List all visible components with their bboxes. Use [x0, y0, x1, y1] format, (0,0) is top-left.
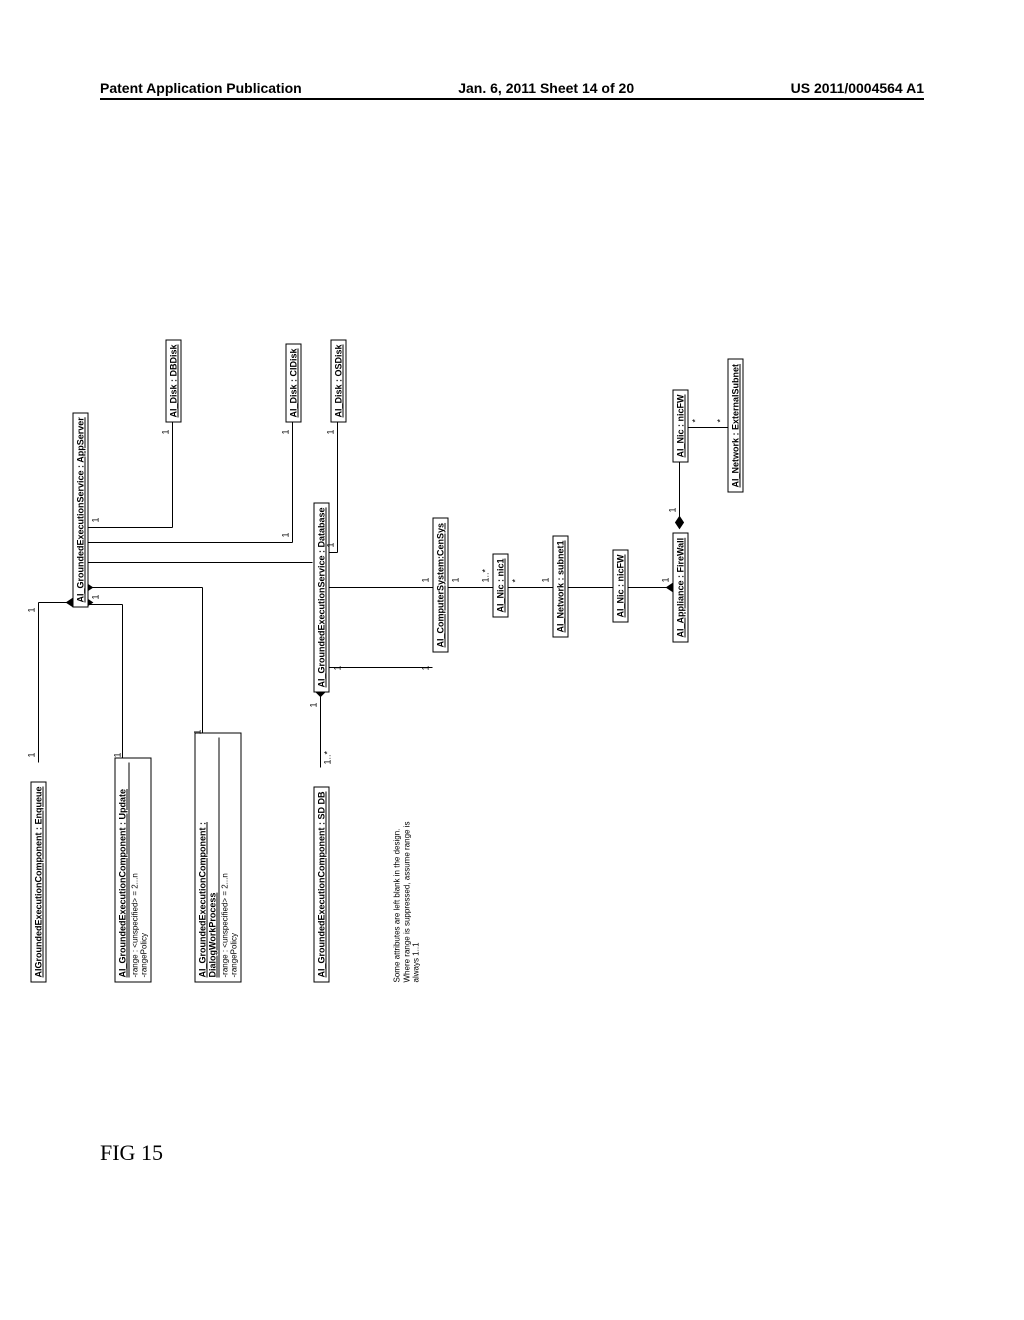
box-dbdisk: AI_Disk : DBDisk: [166, 339, 182, 422]
mult: 1: [326, 542, 336, 547]
mult: 1: [161, 429, 171, 434]
mult: 1: [281, 532, 291, 537]
box-dialog: AI_GroundedExecutionComponent : DialogWo…: [195, 733, 242, 983]
box-subnet1: AI_Network : subnet1: [553, 535, 569, 637]
box-database: AI_GroundedExecutionService : Database: [314, 502, 330, 692]
header-left: Patent Application Publication: [100, 80, 302, 96]
header-right: US 2011/0004564 A1: [791, 80, 924, 96]
mult: 1: [113, 752, 123, 757]
box-extsubnet: AI_Network : ExternalSubnet: [728, 359, 744, 493]
box-nicfw: AI_Nic : nicFW: [613, 549, 629, 622]
uml-diagram: AIGroundedExecutionComponent : Enqueue 1…: [23, 298, 953, 983]
mult: 1: [333, 665, 343, 670]
mult: 1..*: [323, 751, 333, 765]
mult: 1: [326, 429, 336, 434]
mult: 1: [421, 577, 431, 582]
mult: 1: [541, 577, 551, 582]
mult: 1: [27, 607, 37, 612]
box-cidisk: AI_Disk : CIDisk: [286, 343, 302, 422]
mult: *: [691, 419, 701, 423]
box-osdisk: AI_Disk : OSDisk: [331, 339, 347, 422]
mult: *: [511, 579, 521, 583]
figure-label: FIG 15: [100, 1140, 163, 1166]
mult: 1: [281, 429, 291, 434]
mult: 1: [451, 577, 461, 582]
box-firewall: AI_Appliance : FireWall: [673, 533, 689, 643]
mult: 1: [91, 594, 101, 599]
note-text: Some attributes are left blank in the de…: [393, 822, 422, 983]
header-center: Jan. 6, 2011 Sheet 14 of 20: [458, 80, 634, 96]
box-nic1: AI_Nic : nic1: [493, 553, 509, 617]
box-nicfw2: AI_Nic : nicFW: [673, 389, 689, 462]
box-enqueue: AIGroundedExecutionComponent : Enqueue: [31, 782, 47, 983]
mult: 1: [27, 752, 37, 757]
box-update: AI_GroundedExecutionComponent : Update -…: [115, 758, 152, 983]
mult: 1: [668, 507, 678, 512]
box-sddb: AI_GroundedExecutionComponent : SD DB: [314, 786, 330, 982]
mult: 1: [193, 729, 203, 734]
mult: 1: [421, 665, 431, 670]
mult: *: [716, 419, 726, 423]
mult: 1: [661, 577, 671, 582]
mult: 1: [91, 517, 101, 522]
mult: 1: [309, 702, 319, 707]
mult: 1..*: [481, 569, 491, 583]
box-censys: AI_ComputerSystem:CenSys: [433, 518, 449, 653]
box-appserver: AI_GroundedExecutionService : AppServer: [73, 412, 89, 607]
